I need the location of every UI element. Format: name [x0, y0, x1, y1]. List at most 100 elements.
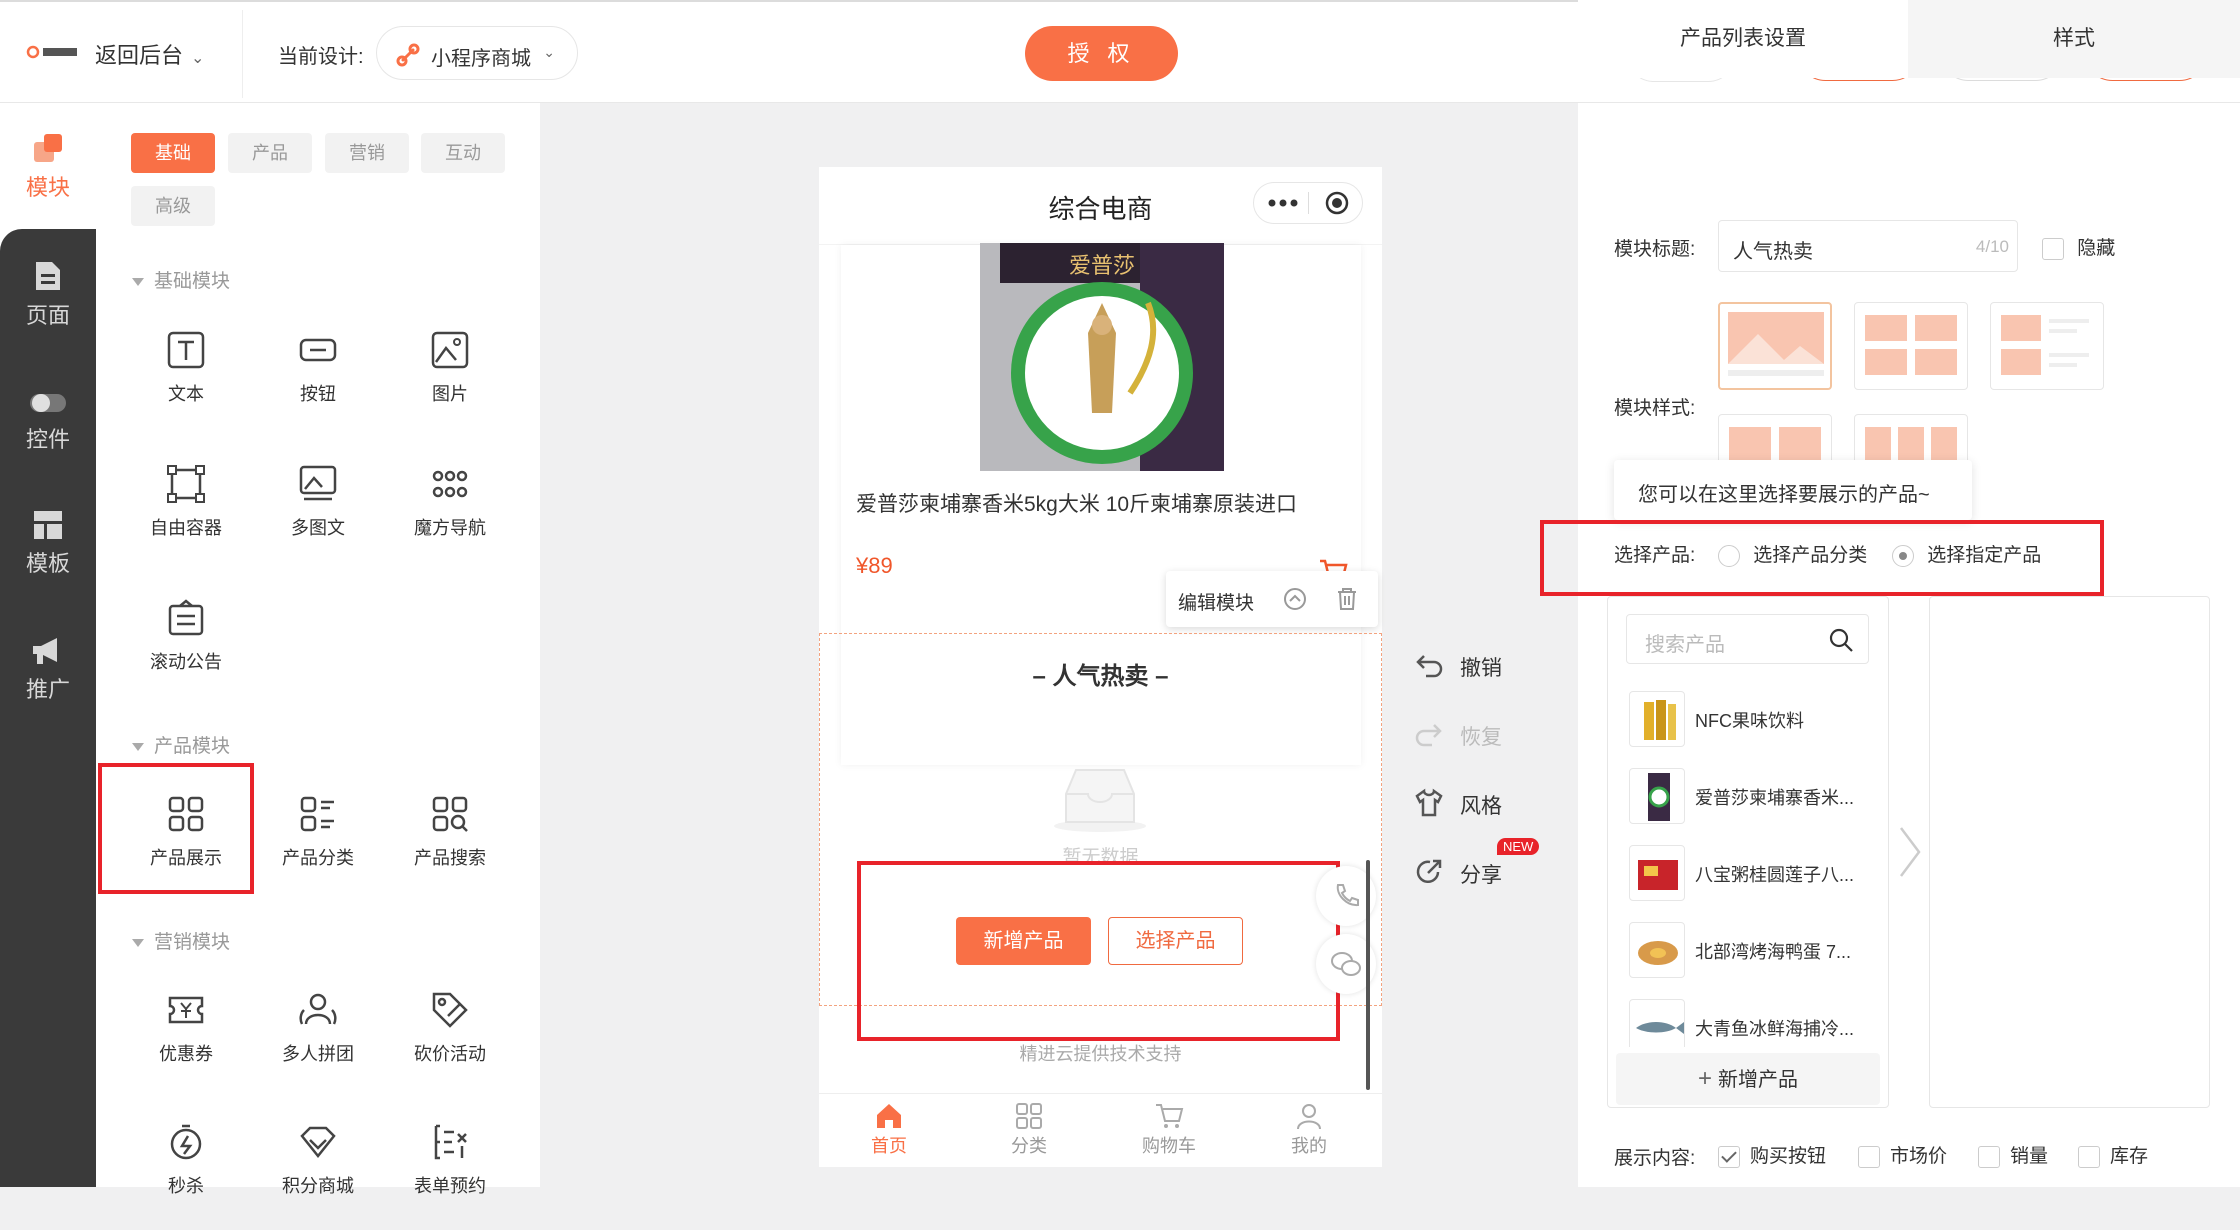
- search-input[interactable]: 搜索产品: [1626, 614, 1869, 664]
- tab-home[interactable]: 首页: [839, 1102, 939, 1158]
- diamond-icon: [300, 1126, 336, 1159]
- two-column-icon: [1865, 315, 1957, 375]
- tab-category[interactable]: 分类: [979, 1102, 1079, 1158]
- module-title-input[interactable]: 人气热卖 4/10: [1718, 220, 2018, 272]
- product-thumb: [1629, 922, 1685, 978]
- module-cube-nav[interactable]: 魔方导航: [385, 452, 515, 572]
- module-flash-sale[interactable]: 秒杀: [121, 1110, 251, 1230]
- fish-image: [1636, 1022, 1684, 1034]
- svg-text:爱普莎: 爱普莎: [1069, 254, 1135, 279]
- add-product-list-button[interactable]: + 新增产品: [1616, 1053, 1880, 1105]
- display-buy-button-checkbox[interactable]: 购买按钮: [1718, 1141, 1826, 1168]
- more-icon: [1268, 199, 1298, 207]
- rail-item-page[interactable]: 页面: [0, 258, 96, 330]
- edit-module-label[interactable]: 编辑模块: [1178, 588, 1254, 615]
- module-product-category[interactable]: 产品分类: [253, 782, 383, 902]
- category-advanced[interactable]: 高级: [131, 186, 215, 226]
- back-to-admin-dropdown[interactable]: 返回后台 ⌄: [95, 38, 204, 70]
- list-item[interactable]: 北部湾烤海鸭蛋 7...: [1629, 922, 1869, 978]
- image-icon: [431, 331, 469, 369]
- module-group-buy[interactable]: 多人拼团: [253, 978, 383, 1098]
- list-item[interactable]: NFC果味饮料: [1629, 691, 1869, 747]
- module-product-search[interactable]: 产品搜索: [385, 782, 515, 902]
- module-style-label: 模块样式:: [1614, 398, 1696, 419]
- category-interaction[interactable]: 互动: [421, 133, 505, 173]
- authorize-button[interactable]: 授 权: [1025, 26, 1178, 81]
- tab-cart[interactable]: 购物车: [1119, 1102, 1219, 1158]
- drink-image: [1644, 700, 1676, 740]
- module-scroll-notice[interactable]: 滚动公告: [121, 586, 251, 706]
- porridge-box-image: [1638, 860, 1678, 890]
- rail-label: 推广: [25, 677, 70, 702]
- big-image-icon: [1728, 312, 1824, 376]
- category-basic[interactable]: 基础: [131, 133, 215, 173]
- redo-icon: [1415, 724, 1442, 747]
- module-multi-image-text[interactable]: 多图文: [253, 452, 383, 572]
- display-market-price-checkbox[interactable]: 市场价: [1858, 1141, 1947, 1168]
- selected-products-list: [1929, 596, 2210, 1108]
- chevron-right-icon[interactable]: [1895, 824, 1925, 880]
- rail-item-module[interactable]: 模块: [0, 130, 96, 202]
- style-option-2[interactable]: [1854, 302, 1968, 390]
- hot-sale-title: – 人气热卖 –: [1032, 663, 1169, 690]
- module-title-count: 4/10: [1975, 237, 2009, 256]
- product-name: 爱普莎柬埔寨香米5kg大米 10斤柬埔寨原装进口: [856, 493, 1298, 516]
- display-sales-checkbox[interactable]: 销量: [1978, 1141, 2048, 1168]
- list-style-icon: [2001, 315, 2089, 375]
- section-product-title: 产品模块: [132, 731, 230, 758]
- display-stock-checkbox[interactable]: 库存: [2078, 1141, 2148, 1168]
- style-option-1[interactable]: [1718, 302, 1832, 390]
- capsule-menu[interactable]: [1253, 182, 1363, 224]
- chevron-down-icon: ⌄: [191, 50, 205, 67]
- tab-product-list-settings[interactable]: 产品列表设置: [1578, 0, 1908, 78]
- list-item[interactable]: 大青鱼冰鲜海捕冷...: [1629, 999, 1869, 1047]
- module-points-mall[interactable]: 积分商城: [253, 1110, 383, 1230]
- module-form-booking[interactable]: 表单预约: [385, 1110, 515, 1230]
- module-button[interactable]: 按钮: [253, 318, 383, 438]
- module-title-label: 模块标题:: [1614, 239, 1696, 260]
- checkbox: [2042, 237, 2064, 260]
- module-free-container[interactable]: 自由容器: [121, 452, 251, 572]
- empty-box-icon: [1054, 769, 1146, 832]
- category-marketing[interactable]: 营销: [325, 133, 409, 173]
- module-coupon[interactable]: 优惠券: [121, 978, 251, 1098]
- rail-item-template[interactable]: 模板: [0, 508, 96, 578]
- module-title-value: 人气热卖: [1733, 241, 1813, 263]
- list-item[interactable]: 八宝粥桂圆莲子八...: [1629, 845, 1869, 901]
- timer-icon: [170, 1124, 202, 1160]
- search-icon[interactable]: [1828, 627, 1854, 653]
- home-icon: [877, 1104, 901, 1128]
- product-price: ¥89: [856, 553, 893, 578]
- module-text[interactable]: 文本: [121, 318, 251, 438]
- phone-tab-bar: 首页 分类 购物车 我的: [819, 1093, 1382, 1167]
- divider: [242, 10, 243, 98]
- shirt-icon: [1415, 788, 1443, 817]
- logo-icon: [26, 45, 77, 59]
- product-image: 爱普莎: [980, 243, 1224, 471]
- coupon-icon: [168, 996, 204, 1024]
- list-item[interactable]: 爱普莎柬埔寨香米...: [1629, 768, 1869, 824]
- megaphone-icon: [33, 638, 57, 664]
- design-selector[interactable]: 小程序商城 ⌄: [376, 26, 578, 80]
- module-image[interactable]: 图片: [385, 318, 515, 438]
- highlight-select-product: [1540, 520, 2104, 596]
- rail-item-promote[interactable]: 推广: [0, 634, 96, 704]
- section-basic-title: 基础模块: [132, 266, 230, 293]
- tab-me[interactable]: 我的: [1259, 1102, 1359, 1158]
- page-icon: [36, 262, 60, 290]
- notice-icon: [168, 599, 204, 636]
- tab-style[interactable]: 样式: [1908, 0, 2240, 78]
- phone-header: 综合电商: [819, 167, 1382, 245]
- module-bargain[interactable]: 砍价活动: [385, 978, 515, 1098]
- product-thumb: [1629, 999, 1685, 1047]
- style-option-3[interactable]: [1990, 302, 2104, 390]
- hide-checkbox[interactable]: 隐藏: [2042, 233, 2115, 260]
- wechat-icon: [1331, 952, 1361, 976]
- delete-icon[interactable]: [1336, 587, 1358, 611]
- back-label: 返回后台: [95, 43, 184, 68]
- category-product[interactable]: 产品: [228, 133, 312, 173]
- template-icon: [34, 511, 62, 539]
- rail-item-control[interactable]: 控件: [0, 388, 96, 454]
- checkbox: [2078, 1145, 2100, 1168]
- move-up-icon[interactable]: [1283, 587, 1307, 611]
